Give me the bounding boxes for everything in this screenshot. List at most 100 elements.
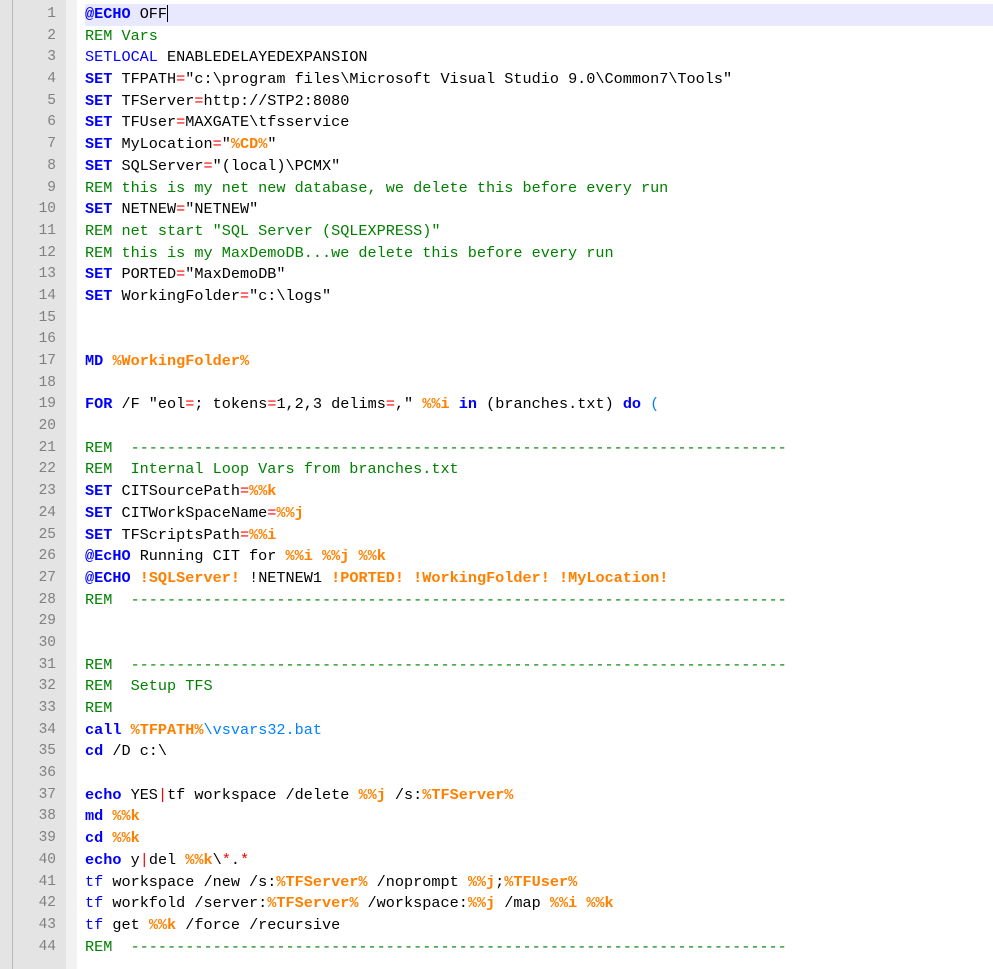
line-number: 32 (38, 678, 56, 695)
code-line[interactable]: 5 SET TFServer=http://STP2:8080 (0, 91, 993, 113)
line-code[interactable]: echo y|del %%k\*.* (85, 850, 993, 872)
code-line[interactable]: 13 SET PORTED="MaxDemoDB" (0, 264, 993, 286)
line-code[interactable]: call %TFPATH%\vsvars32.bat (85, 720, 993, 742)
code-token: * (221, 850, 231, 869)
code-line[interactable]: 7 SET MyLocation="%CD%" (0, 134, 993, 156)
line-code[interactable]: @EcHO Running CIT for %%i %%j %%k (85, 546, 993, 568)
code-token: REM Vars (85, 26, 158, 45)
code-line[interactable]: 28 REM ----------------------------------… (0, 590, 993, 612)
line-code[interactable]: SET SQLServer="(local)\PCMX" (85, 156, 993, 178)
code-line[interactable]: 9 REM this is my net new database, we del… (0, 178, 993, 200)
code-line[interactable]: 10 SET NETNEW="NETNEW" (0, 199, 993, 221)
code-line[interactable]: 20 (0, 416, 993, 438)
code-line[interactable]: 36 (0, 763, 993, 785)
code-line[interactable]: 37 echo YES|tf workspace /delete %%j /s:%… (0, 785, 993, 807)
code-line[interactable]: 44 REM ----------------------------------… (0, 937, 993, 959)
code-line[interactable]: 35 cd /D c:\ (0, 741, 993, 763)
line-code[interactable]: REM Vars (85, 26, 993, 48)
code-line[interactable]: 2 REM Vars (0, 26, 993, 48)
code-line[interactable]: 23 SET CITSourcePath=%%k (0, 481, 993, 503)
code-line[interactable]: 3 SETLOCAL ENABLEDELAYEDEXPANSION (0, 47, 993, 69)
line-code[interactable]: SET TFUser=MAXGATE\tfsservice (85, 112, 993, 134)
code-line[interactable]: 21 REM ----------------------------------… (0, 438, 993, 460)
code-lines[interactable]: 1 @ECHO OFF 2 REM Vars 3 SETLOCAL ENABLEDELAY… (0, 4, 993, 958)
code-line[interactable]: 24 SET CITWorkSpaceName=%%j (0, 503, 993, 525)
line-code[interactable]: SET MyLocation="%CD%" (85, 134, 993, 156)
line-code[interactable]: SET PORTED="MaxDemoDB" (85, 264, 993, 286)
code-token: do (622, 395, 642, 414)
line-code[interactable]: REM ------------------------------------… (85, 590, 993, 612)
code-line[interactable]: 15 (0, 308, 993, 330)
code-line[interactable]: 6 SET TFUser=MAXGATE\tfsservice (0, 112, 993, 134)
code-line[interactable]: 30 (0, 633, 993, 655)
code-line[interactable]: 8 SET SQLServer="(local)\PCMX" (0, 156, 993, 178)
code-line[interactable]: 14 SET WorkingFolder="c:\logs" (0, 286, 993, 308)
code-line[interactable]: 33 REM (0, 698, 993, 720)
code-line[interactable]: 43 tf get %%k /force /recursive (0, 915, 993, 937)
code-line[interactable]: 12 REM this is my MaxDemoDB...we delete t… (0, 243, 993, 265)
line-code[interactable]: REM this is my MaxDemoDB...we delete thi… (85, 243, 993, 265)
line-code[interactable]: @ECHO !SQLServer! !NETNEW1 !PORTED! !Wor… (85, 568, 993, 590)
code-line[interactable]: 40 echo y|del %%k\*.* (0, 850, 993, 872)
line-code[interactable]: SET TFServer=http://STP2:8080 (85, 91, 993, 113)
code-line[interactable]: 38 md %%k (0, 806, 993, 828)
code-editor[interactable]: 1 @ECHO OFF 2 REM Vars 3 SETLOCAL ENABLEDELAY… (0, 0, 993, 969)
code-token: YES (121, 785, 158, 804)
line-code[interactable]: tf workspace /new /s:%TFServer% /nopromp… (85, 872, 993, 894)
code-line[interactable]: 1 @ECHO OFF (0, 4, 993, 26)
code-token: REM Setup TFS (85, 677, 213, 696)
code-line[interactable]: 29 (0, 611, 993, 633)
line-code[interactable]: REM ------------------------------------… (85, 438, 993, 460)
line-code[interactable]: SET NETNEW="NETNEW" (85, 199, 993, 221)
code-line[interactable]: 11 REM net start "SQL Server (SQLEXPRESS)… (0, 221, 993, 243)
line-code[interactable]: md %%k (85, 806, 993, 828)
line-code[interactable]: SET TFPATH="c:\program files\Microsoft V… (85, 69, 993, 91)
code-line[interactable]: 41 tf workspace /new /s:%TFServer% /nopro… (0, 872, 993, 894)
code-line[interactable]: 32 REM Setup TFS (0, 676, 993, 698)
line-code[interactable]: cd %%k (85, 828, 993, 850)
line-code[interactable]: SET CITSourcePath=%%k (85, 481, 993, 503)
line-code[interactable]: tf get %%k /force /recursive (85, 915, 993, 937)
code-line[interactable]: 22 REM Internal Loop Vars from branches.t… (0, 459, 993, 481)
line-code[interactable]: REM Setup TFS (85, 676, 993, 698)
line-code[interactable]: @ECHO OFF (85, 4, 993, 26)
line-code[interactable]: REM ------------------------------------… (85, 655, 993, 677)
line-code[interactable]: tf workfold /server:%TFServer% /workspac… (85, 893, 993, 915)
code-token: %TFServer% (267, 894, 359, 913)
code-token: %%i (249, 525, 277, 544)
code-token: echo (85, 785, 122, 804)
code-line[interactable]: 31 REM ----------------------------------… (0, 655, 993, 677)
line-code[interactable]: REM Internal Loop Vars from branches.txt (85, 459, 993, 481)
line-code[interactable]: SET TFScriptsPath=%%i (85, 525, 993, 547)
code-token: %%j (467, 872, 496, 891)
code-token: %%i (285, 547, 313, 566)
code-line[interactable]: 27 @ECHO !SQLServer! !NETNEW1 !PORTED! !W… (0, 568, 993, 590)
code-token: !SQLServer! (139, 568, 240, 587)
code-line[interactable]: 16 (0, 329, 993, 351)
line-code[interactable]: SETLOCAL ENABLEDELAYEDEXPANSION (85, 47, 993, 69)
line-code[interactable]: REM (85, 698, 993, 720)
code-token: MAXGATE\tfsservice (185, 113, 350, 132)
line-code[interactable]: echo YES|tf workspace /delete %%j /s:%TF… (85, 785, 993, 807)
line-code[interactable]: REM net start "SQL Server (SQLEXPRESS)" (85, 221, 993, 243)
code-line[interactable]: 18 (0, 373, 993, 395)
code-line[interactable]: 42 tf workfold /server:%TFServer% /worksp… (0, 893, 993, 915)
code-line[interactable]: 17 MD %WorkingFolder% (0, 351, 993, 373)
code-line[interactable]: 25 SET TFScriptsPath=%%i (0, 525, 993, 547)
code-line[interactable]: 34 call %TFPATH%\vsvars32.bat (0, 720, 993, 742)
line-code[interactable]: REM ------------------------------------… (85, 937, 993, 959)
code-line[interactable]: 19 FOR /F "eol=; tokens=1,2,3 delims=," %… (0, 394, 993, 416)
line-code[interactable]: FOR /F "eol=; tokens=1,2,3 delims=," %%i… (85, 394, 993, 416)
line-number: 25 (38, 526, 56, 543)
code-token: @ECHO (85, 5, 131, 23)
code-line[interactable]: 26 @EcHO Running CIT for %%i %%j %%k (0, 546, 993, 568)
line-code[interactable]: cd /D c:\ (85, 741, 993, 763)
line-code[interactable]: SET WorkingFolder="c:\logs" (85, 286, 993, 308)
code-line[interactable]: 39 cd %%k (0, 828, 993, 850)
line-code[interactable]: REM this is my net new database, we dele… (85, 178, 993, 200)
code-token: %%i (422, 395, 450, 414)
line-code[interactable]: MD %WorkingFolder% (85, 351, 993, 373)
line-code[interactable]: SET CITWorkSpaceName=%%j (85, 503, 993, 525)
code-line[interactable]: 4 SET TFPATH="c:\program files\Microsoft … (0, 69, 993, 91)
